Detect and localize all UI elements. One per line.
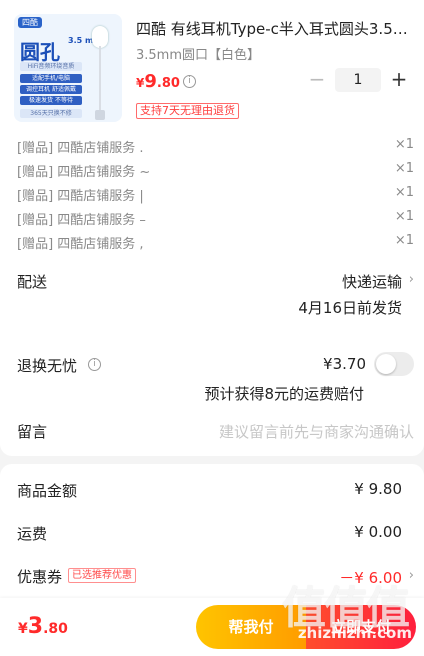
gift-name: [赠品] 四酷店铺服务 –: [17, 213, 146, 228]
price-decimal: .80: [156, 76, 180, 91]
total-integer: 3: [27, 614, 44, 639]
thumb-strip: HiFi音频环绕音质: [20, 62, 82, 71]
gift-name: [赠品] 四酷店铺服务 ,: [17, 237, 144, 252]
return-policy-tag: 支持7天无理由退货: [136, 103, 239, 119]
gift-item: [赠品] 四酷店铺服务 . ×1: [0, 134, 424, 158]
gift-quantity: ×1: [394, 161, 414, 176]
shipping-label: 运费: [17, 525, 48, 543]
delivery-method[interactable]: 快递运输: [342, 271, 402, 292]
return-insurance-note: 预计获得8元的运费赔付: [204, 385, 364, 403]
gift-name: [赠品] 四酷店铺服务 .: [17, 141, 144, 156]
gift-name: [赠品] 四酷店铺服务 |: [17, 189, 144, 204]
total-price: ¥3.80: [18, 614, 68, 639]
product-thumbnail[interactable]: 四酷 圆孔 3.5 mm HiFi音频环绕音质 适配手机/电脑 调控耳机 舒适佩…: [14, 14, 122, 122]
message-input[interactable]: 建议留言前先与商家沟通确认: [219, 421, 414, 442]
gift-quantity: ×1: [394, 233, 414, 248]
chevron-right-icon[interactable]: ›: [409, 568, 414, 583]
goods-amount-label: 商品金额: [17, 482, 78, 500]
gift-item: [赠品] 四酷店铺服务 | ×1: [0, 182, 424, 206]
info-icon[interactable]: i: [183, 75, 196, 88]
gift-quantity: ×1: [394, 209, 414, 224]
coupon-label: 优惠券: [17, 568, 63, 586]
gift-item: [赠品] 四酷店铺服务 , ×1: [0, 230, 424, 254]
delivery-eta: 4月16日前发货: [298, 299, 402, 317]
return-insurance-label: 退换无忧: [17, 357, 78, 375]
order-card: 四酷 圆孔 3.5 mm HiFi音频环绕音质 适配手机/电脑 调控耳机 舒适佩…: [0, 0, 424, 456]
help-me-pay-button[interactable]: 帮我付: [196, 605, 306, 649]
thumb-strip: 适配手机/电脑: [20, 74, 82, 83]
quantity-plus-button[interactable]: +: [386, 68, 412, 92]
info-icon[interactable]: i: [88, 358, 101, 371]
gift-quantity: ×1: [394, 137, 414, 152]
coupon-value[interactable]: －¥ 6.00: [339, 567, 402, 588]
return-insurance-toggle[interactable]: [374, 352, 414, 376]
thumb-brand-badge: 四酷: [18, 17, 42, 28]
gift-name: [赠品] 四酷店铺服务 ~: [17, 165, 151, 180]
quantity-minus-button[interactable]: −: [304, 68, 330, 92]
quantity-value[interactable]: 1: [335, 68, 381, 92]
thumb-strip: 365天只换不修: [20, 109, 82, 118]
product-sku[interactable]: 3.5mm圆口【白色】: [136, 44, 260, 63]
pay-now-button[interactable]: 立即支付: [306, 605, 416, 649]
checkout-bar: ¥3.80 帮我付 立即支付: [0, 598, 424, 656]
gift-item: [赠品] 四酷店铺服务 – ×1: [0, 206, 424, 230]
total-currency: ¥: [18, 621, 28, 637]
gift-item: [赠品] 四酷店铺服务 ~ ×1: [0, 158, 424, 182]
toggle-knob: [376, 354, 396, 374]
coupon-recommended-tag: 已选推荐优惠: [68, 568, 136, 583]
message-label: 留言: [17, 423, 48, 441]
total-decimal: .80: [43, 621, 68, 637]
delivery-label: 配送: [17, 273, 48, 291]
thumb-strip: 调控耳机 舒适佩戴: [20, 85, 82, 94]
quantity-stepper: − 1 +: [304, 68, 412, 92]
price-integer: 9: [144, 71, 157, 92]
return-insurance-price: ¥3.70: [323, 355, 366, 373]
shipping-value: ¥ 0.00: [354, 523, 402, 541]
thumb-big-text: 圆孔: [20, 40, 60, 64]
product-title[interactable]: 四酷 有线耳机Type-c半入耳式圆头3.5mm: [136, 18, 414, 39]
thumb-strip: 极速发货 不等待: [20, 96, 82, 105]
earphone-cord: [99, 46, 101, 118]
chevron-right-icon[interactable]: ›: [409, 272, 414, 287]
earbud-image: [92, 26, 108, 48]
earphone-plug: [95, 110, 105, 120]
gift-list: [赠品] 四酷店铺服务 . ×1 [赠品] 四酷店铺服务 ~ ×1 [赠品] 四…: [0, 134, 424, 254]
goods-amount-value: ¥ 9.80: [354, 480, 402, 498]
product-price: ¥9.80: [136, 71, 180, 92]
gift-quantity: ×1: [394, 185, 414, 200]
